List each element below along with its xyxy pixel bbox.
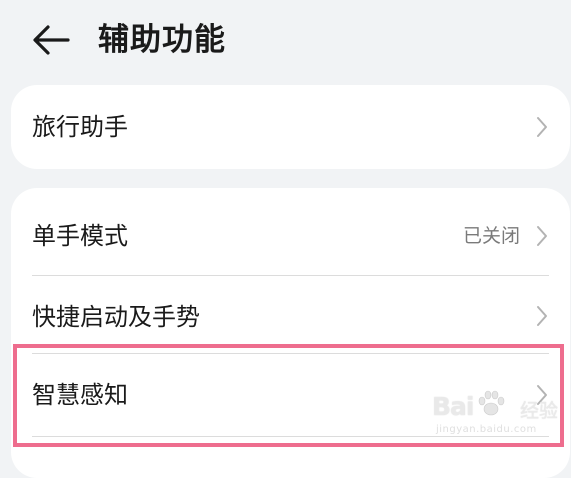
chevron-right-icon (537, 306, 547, 326)
setting-item-shortcuts-and-gestures[interactable]: 快捷启动及手势 (11, 276, 570, 353)
chevron-right-icon (537, 117, 547, 137)
setting-item-label: 智慧感知 (32, 381, 128, 409)
divider (32, 436, 549, 437)
setting-item-status: 已关闭 (462, 225, 520, 247)
page-title: 辅助功能 (98, 22, 226, 58)
setting-item-one-handed-mode[interactable]: 单手模式 已关闭 (11, 188, 570, 275)
setting-item-travel-assistant[interactable]: 旅行助手 (11, 85, 570, 169)
setting-item-smart-perception[interactable]: 智慧感知 (11, 354, 570, 436)
setting-item-label: 旅行助手 (32, 113, 128, 141)
setting-item-label: 单手模式 (32, 222, 128, 250)
back-button[interactable] (30, 22, 72, 58)
arrow-left-icon (33, 25, 70, 55)
chevron-right-icon (537, 385, 547, 405)
settings-group-travel: 旅行助手 (11, 85, 570, 169)
chevron-right-icon (537, 226, 547, 246)
settings-group-gestures: 单手模式 已关闭 快捷启动及手势 智慧感知 (11, 188, 570, 478)
setting-item-label: 快捷启动及手势 (32, 303, 200, 331)
app-header: 辅助功能 (0, 0, 571, 80)
